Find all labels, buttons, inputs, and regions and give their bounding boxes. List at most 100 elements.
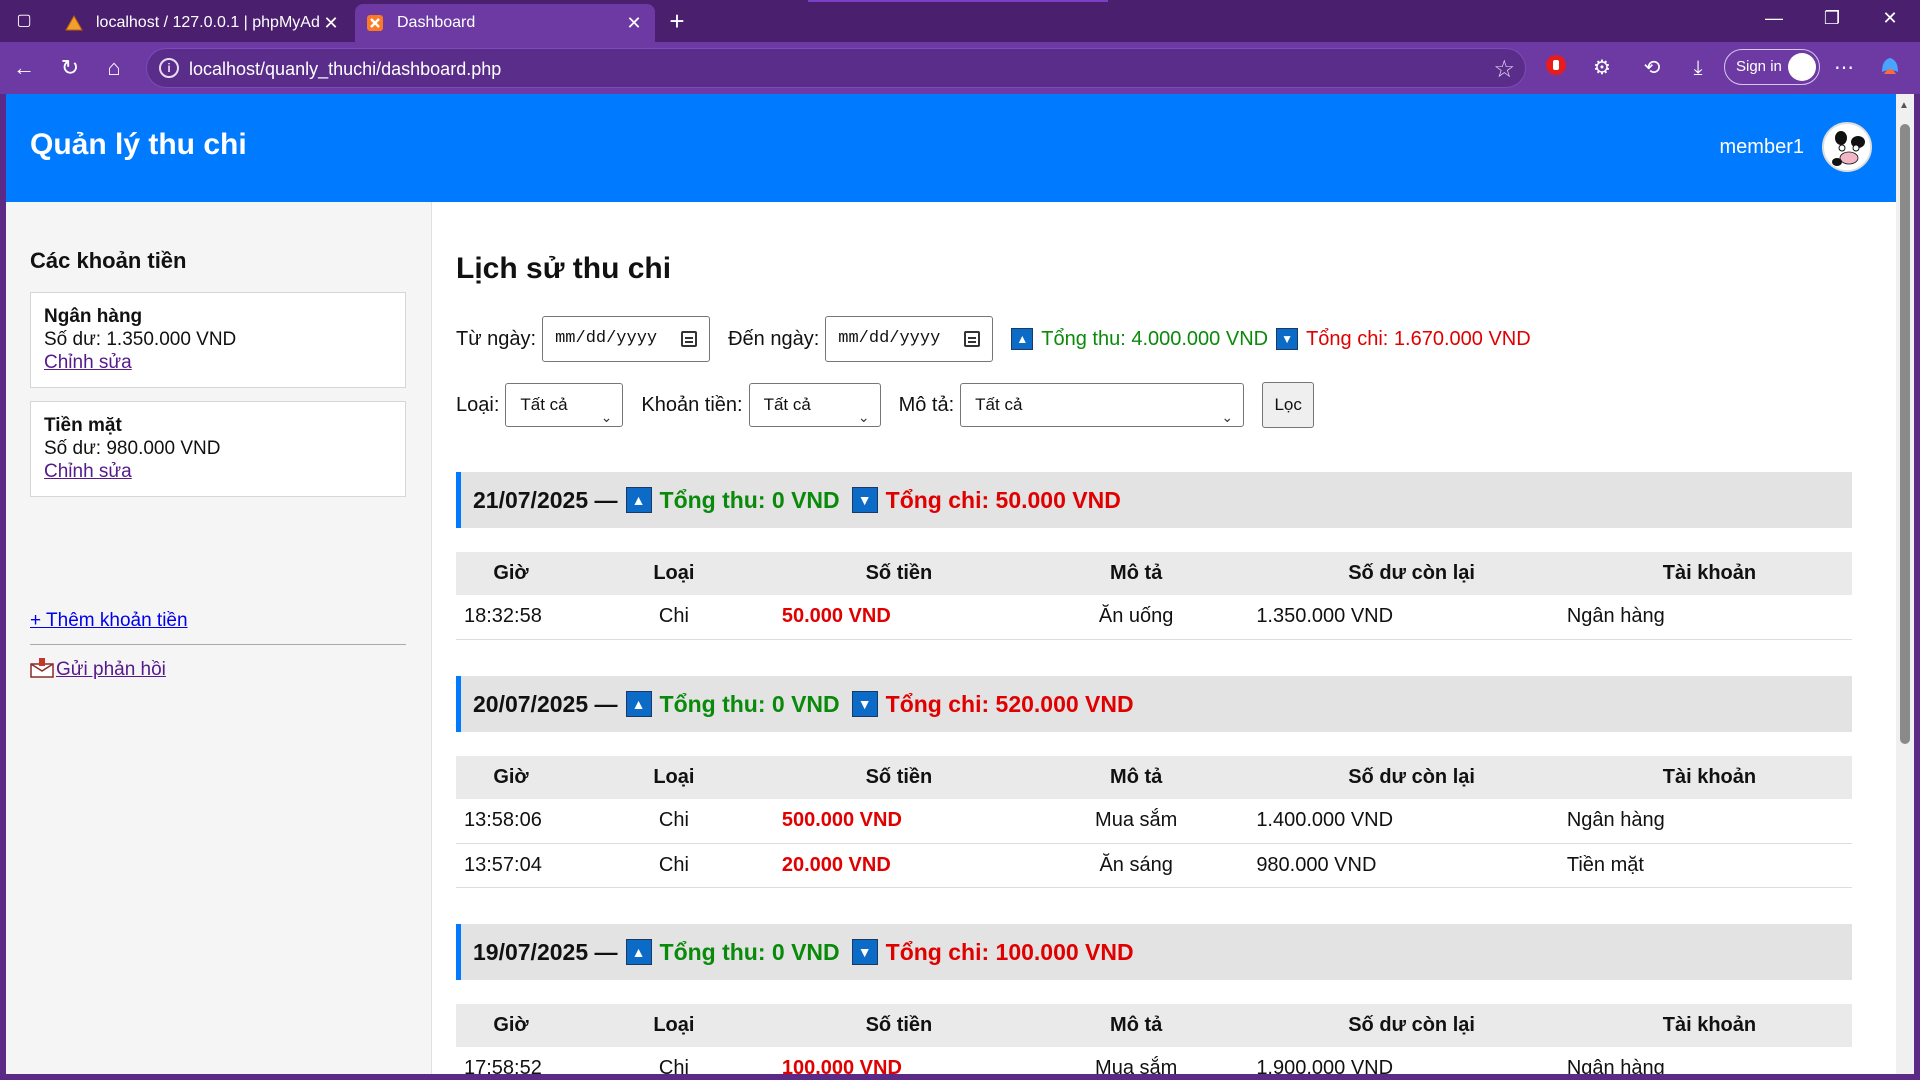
sign-in-button[interactable]: Sign in bbox=[1724, 49, 1820, 85]
type-select[interactable]: Tất cả ⌄ bbox=[505, 383, 624, 427]
cell-account: Ngân hàng bbox=[1566, 799, 1852, 844]
to-date-placeholder: mm/dd/yyyy bbox=[838, 329, 941, 348]
close-icon[interactable]: ✕ bbox=[320, 13, 342, 34]
triangle-up-icon: ▲ bbox=[625, 939, 652, 965]
tab-phpmyadmin[interactable]: localhost / 127.0.0.1 | phpMyAdm ✕ bbox=[54, 4, 352, 42]
edit-account-link[interactable]: Chỉnh sửa bbox=[44, 352, 132, 373]
new-tab-icon[interactable]: + bbox=[662, 6, 692, 37]
filter-button[interactable]: Lọc bbox=[1262, 382, 1315, 428]
table-row[interactable]: 13:57:04 Chi 20.000 VND Ăn sáng 980.000 VND T… bbox=[456, 843, 1852, 888]
account-select-value: Tất cả bbox=[763, 395, 811, 414]
day-group: 19/07/2025 — ▲ Tổng thu: 0 VND ▼ Tổng chi: 1… bbox=[456, 924, 1852, 1074]
phpmyadmin-icon bbox=[64, 13, 84, 33]
description-label: Mô tả: bbox=[898, 393, 955, 416]
day-expense: Tổng chi: 100.000 VND bbox=[885, 938, 1134, 965]
day-income: Tổng thu: 0 VND bbox=[659, 690, 840, 717]
cell-desc: Ăn sáng bbox=[1016, 843, 1257, 888]
column-header: Mô tả bbox=[1016, 756, 1257, 799]
day-income: Tổng thu: 0 VND bbox=[659, 938, 840, 965]
account-card-bank: Ngân hàng Số dư: 1.350.000 VND Chỉnh sửa bbox=[30, 292, 406, 388]
account-card-cash: Tiền mặt Số dư: 980.000 VND Chỉnh sửa bbox=[30, 401, 406, 497]
copilot-icon[interactable] bbox=[1876, 54, 1904, 82]
tab-dashboard[interactable]: Dashboard ✕ bbox=[355, 4, 655, 42]
edit-account-link[interactable]: Chỉnh sửa bbox=[44, 461, 132, 482]
cell-balance: 1.400.000 VND bbox=[1256, 799, 1567, 844]
day-header: 19/07/2025 — ▲ Tổng thu: 0 VND ▼ Tổng chi: 1… bbox=[456, 924, 1852, 980]
day-header: 20/07/2025 — ▲ Tổng thu: 0 VND ▼ Tổng chi: 5… bbox=[456, 676, 1852, 732]
extension-icon[interactable] bbox=[1542, 54, 1570, 82]
cell-time: 13:57:04 bbox=[456, 843, 566, 888]
select-filter-row: Loại: Tất cả ⌄ Khoản tiền: Tất cả ⌄ Mô t… bbox=[456, 382, 1315, 428]
back-icon[interactable]: ← bbox=[10, 54, 38, 82]
add-account-link[interactable]: + Thêm khoản tiền bbox=[30, 610, 188, 632]
transactions-table: Giờ Loại Số tiền Mô tả Số dư còn lại Tài khoả… bbox=[456, 756, 1852, 888]
tab-title: Dashboard bbox=[397, 14, 476, 31]
close-icon[interactable]: ✕ bbox=[623, 13, 645, 34]
download-icon[interactable]: ⤓ bbox=[1684, 54, 1712, 82]
triangle-down-icon: ▼ bbox=[851, 939, 878, 965]
cell-type: Chi bbox=[565, 1047, 782, 1074]
app-header: Quản lý thu chi member1 bbox=[6, 94, 1896, 202]
column-header: Loại bbox=[565, 552, 782, 595]
table-row[interactable]: 18:32:58 Chi 50.000 VND Ăn uống 1.350.000 VN… bbox=[456, 595, 1852, 640]
column-header: Số tiền bbox=[781, 756, 1017, 799]
feedback-link[interactable]: Gửi phản hồi bbox=[30, 658, 166, 681]
address-bar[interactable]: i localhost/quanly_thuchi/dashboard.php … bbox=[146, 48, 1526, 88]
info-icon[interactable]: i bbox=[159, 58, 179, 78]
scrollbar-thumb[interactable] bbox=[1900, 124, 1910, 744]
user-avatar[interactable] bbox=[1822, 122, 1872, 172]
description-select[interactable]: Tất cả ⌄ bbox=[960, 383, 1245, 427]
table-row[interactable]: 17:58:52 Chi 100.000 VND Mua sắm 1.900.000 V… bbox=[456, 1047, 1852, 1074]
column-header: Tài khoản bbox=[1566, 552, 1852, 595]
cell-account: Ngân hàng bbox=[1566, 1047, 1852, 1074]
star-icon[interactable]: ☆ bbox=[1493, 55, 1515, 84]
account-name: Tiền mặt bbox=[44, 415, 122, 436]
maximize-icon[interactable]: ❐ bbox=[1814, 8, 1850, 29]
calendar-icon[interactable] bbox=[964, 331, 981, 347]
browser-tab-bar: ▢ localhost / 127.0.0.1 | phpMyAdm ✕ Das… bbox=[0, 0, 1920, 42]
description-select-value: Tất cả bbox=[975, 395, 1023, 414]
from-date-placeholder: mm/dd/yyyy bbox=[555, 329, 658, 348]
account-select[interactable]: Tất cả ⌄ bbox=[748, 383, 881, 427]
cell-balance: 1.900.000 VND bbox=[1256, 1047, 1567, 1074]
type-select-value: Tất cả bbox=[520, 395, 568, 414]
cell-time: 18:32:58 bbox=[456, 595, 566, 640]
day-group: 21/07/2025 — ▲ Tổng thu: 0 VND ▼ Tổng chi: 5… bbox=[456, 472, 1852, 640]
cell-amount: 500.000 VND bbox=[781, 799, 1017, 844]
app-title: Quản lý thu chi bbox=[30, 128, 247, 161]
column-header: Số tiền bbox=[781, 552, 1017, 595]
history-icon[interactable]: ⟲ bbox=[1638, 54, 1666, 82]
puzzle-icon[interactable]: ⚙ bbox=[1588, 54, 1616, 82]
table-header-row: Giờ Loại Số tiền Mô tả Số dư còn lại Tài khoả… bbox=[456, 1004, 1852, 1047]
column-header: Mô tả bbox=[1016, 1004, 1257, 1047]
cell-account: Tiền mặt bbox=[1566, 843, 1852, 888]
page-scrollbar[interactable]: ▲ bbox=[1896, 94, 1914, 1074]
to-date-input[interactable]: mm/dd/yyyy bbox=[825, 316, 994, 362]
more-icon[interactable]: ⋯ bbox=[1830, 54, 1858, 82]
total-income: Tổng thu: 4.000.000 VND bbox=[1041, 327, 1269, 350]
window-close-icon[interactable]: ✕ bbox=[1872, 8, 1908, 29]
reload-icon[interactable]: ↻ bbox=[56, 54, 84, 82]
cell-type: Chi bbox=[565, 843, 782, 888]
sign-in-label: Sign in bbox=[1736, 58, 1782, 75]
account-balance: Số dư: 1.350.000 VND bbox=[44, 329, 237, 350]
calendar-icon[interactable] bbox=[681, 331, 698, 347]
minimize-icon[interactable]: — bbox=[1756, 8, 1792, 29]
scroll-up-icon[interactable]: ▲ bbox=[1899, 100, 1909, 111]
tab-title: localhost / 127.0.0.1 | phpMyAdm bbox=[96, 14, 320, 31]
url-text[interactable]: localhost/quanly_thuchi/dashboard.php bbox=[189, 59, 501, 80]
to-date-label: Đến ngày: bbox=[728, 327, 820, 350]
from-date-input[interactable]: mm/dd/yyyy bbox=[542, 316, 711, 362]
tab-accent-line bbox=[808, 0, 1108, 2]
xampp-icon bbox=[365, 13, 385, 33]
cell-balance: 980.000 VND bbox=[1256, 843, 1567, 888]
sidebar-title: Các khoản tiền bbox=[30, 248, 187, 273]
account-name: Ngân hàng bbox=[44, 306, 143, 327]
triangle-down-icon: ▼ bbox=[851, 691, 878, 717]
home-icon[interactable]: ⌂ bbox=[100, 54, 128, 82]
account-label: Khoản tiền: bbox=[641, 393, 743, 416]
table-header-row: Giờ Loại Số tiền Mô tả Số dư còn lại Tài khoả… bbox=[456, 756, 1852, 799]
feedback-icon bbox=[30, 658, 54, 678]
sidebar-toggle-icon[interactable]: ▢ bbox=[12, 9, 36, 33]
table-row[interactable]: 13:58:06 Chi 500.000 VND Mua sắm 1.400.000 V… bbox=[456, 799, 1852, 844]
